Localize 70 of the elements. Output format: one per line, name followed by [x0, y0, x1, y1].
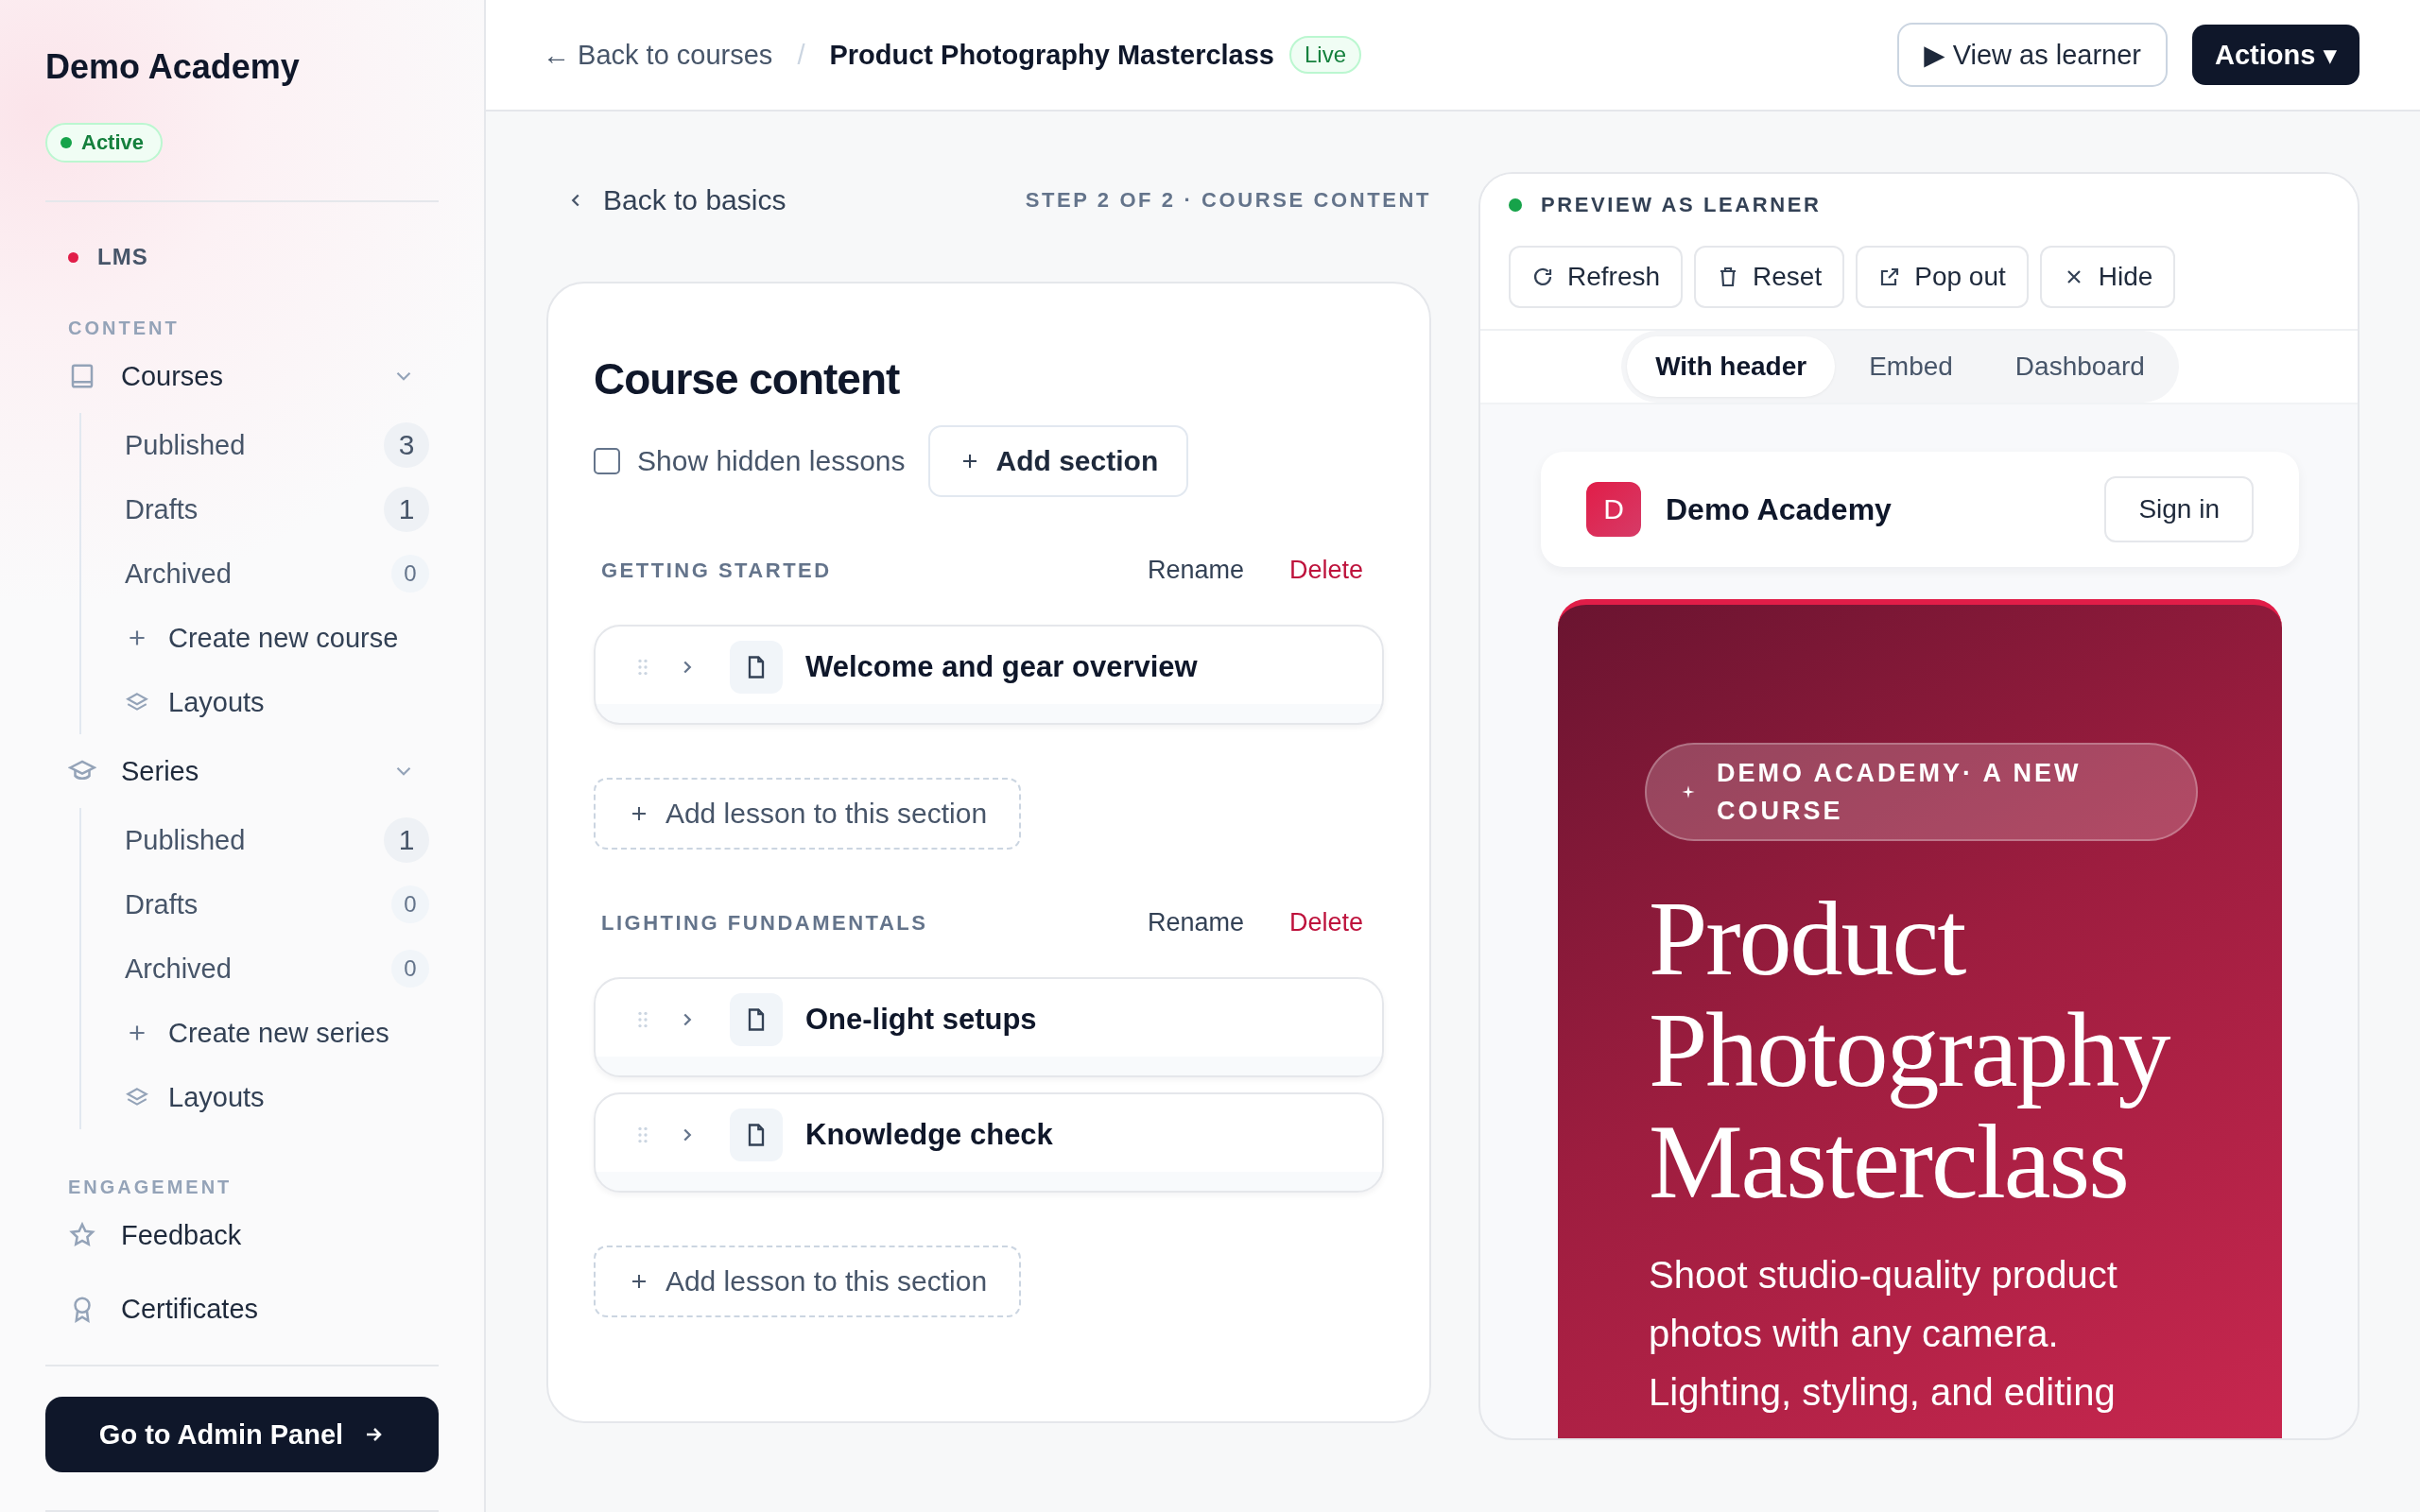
course-title: Product Photography Masterclass	[829, 39, 1274, 71]
count-badge: 3	[384, 422, 429, 468]
preview-tool-button[interactable]: Refresh	[1509, 246, 1684, 308]
site-logo: D	[1586, 482, 1641, 537]
add-lesson-button[interactable]: Add lesson to this section	[594, 778, 1021, 850]
view-as-learner-button[interactable]: ▶ View as learner	[1897, 23, 2169, 87]
live-badge: Live	[1289, 36, 1362, 74]
academy-title: Demo Academy	[45, 47, 301, 87]
delete-link[interactable]: Delete	[1288, 908, 1363, 937]
view-mode-tab[interactable]: With header	[1627, 336, 1836, 397]
count-badge: 0	[391, 950, 429, 988]
lesson-row[interactable]: Knowledge check	[594, 1092, 1384, 1193]
app-link[interactable]: LMS	[45, 244, 148, 270]
drag-handle-icon[interactable]	[637, 658, 648, 677]
eyebrow-pill: DEMO ACADEMY· A NEW COURSE	[1645, 743, 2198, 841]
breadcrumb-separator: /	[797, 39, 805, 71]
sub-nav-item[interactable]: Archived 0	[125, 936, 439, 1001]
card-title: Course content	[594, 353, 901, 404]
hero-description: Shoot studio-quality product photos with any camera. Lighting, styling, and editing	[1649, 1253, 2118, 1415]
nav-item[interactable]: Series	[45, 734, 439, 808]
nav-item[interactable]: Feedback	[45, 1198, 439, 1272]
sparkle-icon	[1681, 784, 1696, 799]
sub-nav-item[interactable]: Published 3	[125, 413, 439, 477]
group-heading: ENGAGEMENT	[67, 1177, 233, 1198]
drag-handle-icon[interactable]	[637, 1010, 648, 1029]
view-mode-tab[interactable]: Dashboard	[1986, 336, 2173, 397]
actions-button[interactable]: Actions ▾	[2192, 25, 2360, 85]
lesson-row[interactable]: One-light setups	[594, 977, 1384, 1077]
step-label: STEP 2 OF 2 · COURSE CONTENT	[1025, 188, 1431, 213]
hero-title: Product Photography Masterclass	[1649, 883, 2170, 1217]
delete-link[interactable]: Delete	[1288, 556, 1363, 585]
preview-tool-button[interactable]: Pop out	[1856, 246, 2029, 308]
site-name: Demo Academy	[1666, 491, 1893, 527]
admin-panel-button[interactable]: Go to Admin Panel	[45, 1397, 439, 1472]
sign-in-button[interactable]: Sign in	[2104, 476, 2254, 542]
count-badge: 0	[391, 885, 429, 923]
count-badge: 1	[384, 487, 429, 532]
count-badge: 1	[384, 817, 429, 863]
preview-tool-button[interactable]: Hide	[2039, 246, 2176, 308]
preview-heading: PREVIEW AS LEARNER	[1509, 193, 2329, 217]
nav-item[interactable]: Certificates	[45, 1272, 439, 1346]
refresh-icon	[1531, 266, 1554, 288]
group-heading: CONTENT	[67, 318, 181, 339]
sub-nav-item[interactable]: Drafts 0	[125, 872, 439, 936]
section-heading: LIGHTING FUNDAMENTALS	[601, 910, 929, 936]
status-badge: Active	[45, 123, 164, 163]
back-link[interactable]: Back to basics	[565, 184, 786, 216]
rename-link[interactable]: Rename	[1147, 556, 1244, 585]
preview-tool-button[interactable]: Reset	[1694, 246, 1845, 308]
document-icon	[730, 1108, 783, 1161]
rename-link[interactable]: Rename	[1147, 908, 1244, 937]
drag-handle-icon[interactable]	[637, 1125, 648, 1144]
add-lesson-button[interactable]: Add lesson to this section	[594, 1246, 1021, 1317]
count-badge: 0	[391, 555, 429, 593]
create-link[interactable]: Create new series	[168, 1017, 389, 1049]
nav-item[interactable]: Courses	[45, 339, 439, 413]
add-section-button[interactable]: Add section	[927, 425, 1189, 497]
back-link[interactable]: ← Back to courses	[543, 39, 773, 71]
document-icon	[730, 641, 783, 694]
show-hidden-checkbox[interactable]: Show hidden lessons	[594, 445, 906, 477]
layouts-link[interactable]: Layouts	[168, 686, 265, 718]
lesson-row[interactable]: Welcome and gear overview	[594, 625, 1384, 725]
layouts-link[interactable]: Layouts	[168, 1081, 265, 1113]
create-link[interactable]: Create new course	[168, 622, 399, 654]
view-mode-tab[interactable]: Embed	[1841, 336, 1981, 397]
section-heading: GETTING STARTED	[601, 558, 833, 583]
sub-nav-item[interactable]: Published 1	[125, 808, 439, 872]
document-icon	[730, 993, 783, 1046]
sub-nav-item[interactable]: Archived 0	[125, 541, 439, 606]
sub-nav-item[interactable]: Drafts 1	[125, 477, 439, 541]
